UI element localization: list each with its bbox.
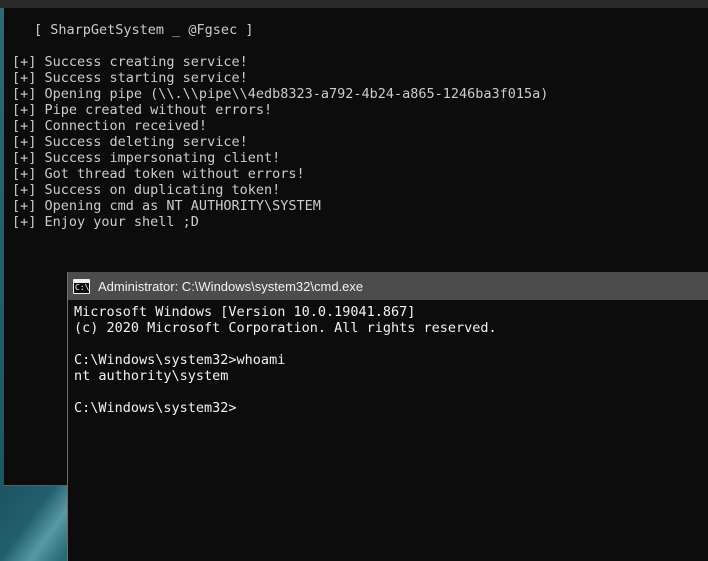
console-icon: C:\_ <box>73 278 90 294</box>
cmd-prompt-line[interactable]: C:\Windows\system32> <box>74 400 708 416</box>
sharpgetsystem-banner: [ SharpGetSystem _ @Fgsec ] <box>34 22 254 38</box>
cmd-window[interactable]: C:\_ Administrator: C:\Windows\system32\… <box>67 272 708 561</box>
console-icon-glyph: C:\_ <box>75 282 90 292</box>
console-line: [+] Success creating service! <box>12 54 248 70</box>
console-line: [+] Enjoy your shell ;D <box>12 214 199 230</box>
sharpgetsystem-console-output[interactable]: [ SharpGetSystem _ @Fgsec ] [+] Success … <box>4 8 708 230</box>
console-line: [+] Success starting service! <box>12 70 248 86</box>
cmd-titlebar[interactable]: C:\_ Administrator: C:\Windows\system32\… <box>68 272 708 300</box>
console-line: [+] Success deleting service! <box>12 134 248 150</box>
console-line: [+] Success on duplicating token! <box>12 182 281 198</box>
upper-window-edge <box>0 0 708 8</box>
cmd-line: Microsoft Windows [Version 10.0.19041.86… <box>74 304 416 320</box>
cmd-title-text: Administrator: C:\Windows\system32\cmd.e… <box>98 278 364 294</box>
console-line: [+] Success impersonating client! <box>12 150 281 166</box>
screenshot-root: [ SharpGetSystem _ @Fgsec ] [+] Success … <box>0 0 708 561</box>
cmd-line: nt authority\system <box>74 368 229 384</box>
cmd-line <box>74 336 708 352</box>
console-line: [+] Connection received! <box>12 118 208 134</box>
cmd-console-output[interactable]: Microsoft Windows [Version 10.0.19041.86… <box>68 300 708 416</box>
cmd-line: (c) 2020 Microsoft Corporation. All righ… <box>74 320 497 336</box>
console-line: [+] Opening cmd as NT AUTHORITY\SYSTEM <box>12 198 321 214</box>
cmd-line <box>74 384 708 400</box>
console-line: [+] Opening pipe (\\.\\pipe\\4edb8323-a7… <box>12 86 549 102</box>
cmd-line: C:\Windows\system32>whoami <box>74 352 286 368</box>
console-line: [+] Pipe created without errors! <box>12 102 273 118</box>
console-line: [+] Got thread token without errors! <box>12 166 305 182</box>
